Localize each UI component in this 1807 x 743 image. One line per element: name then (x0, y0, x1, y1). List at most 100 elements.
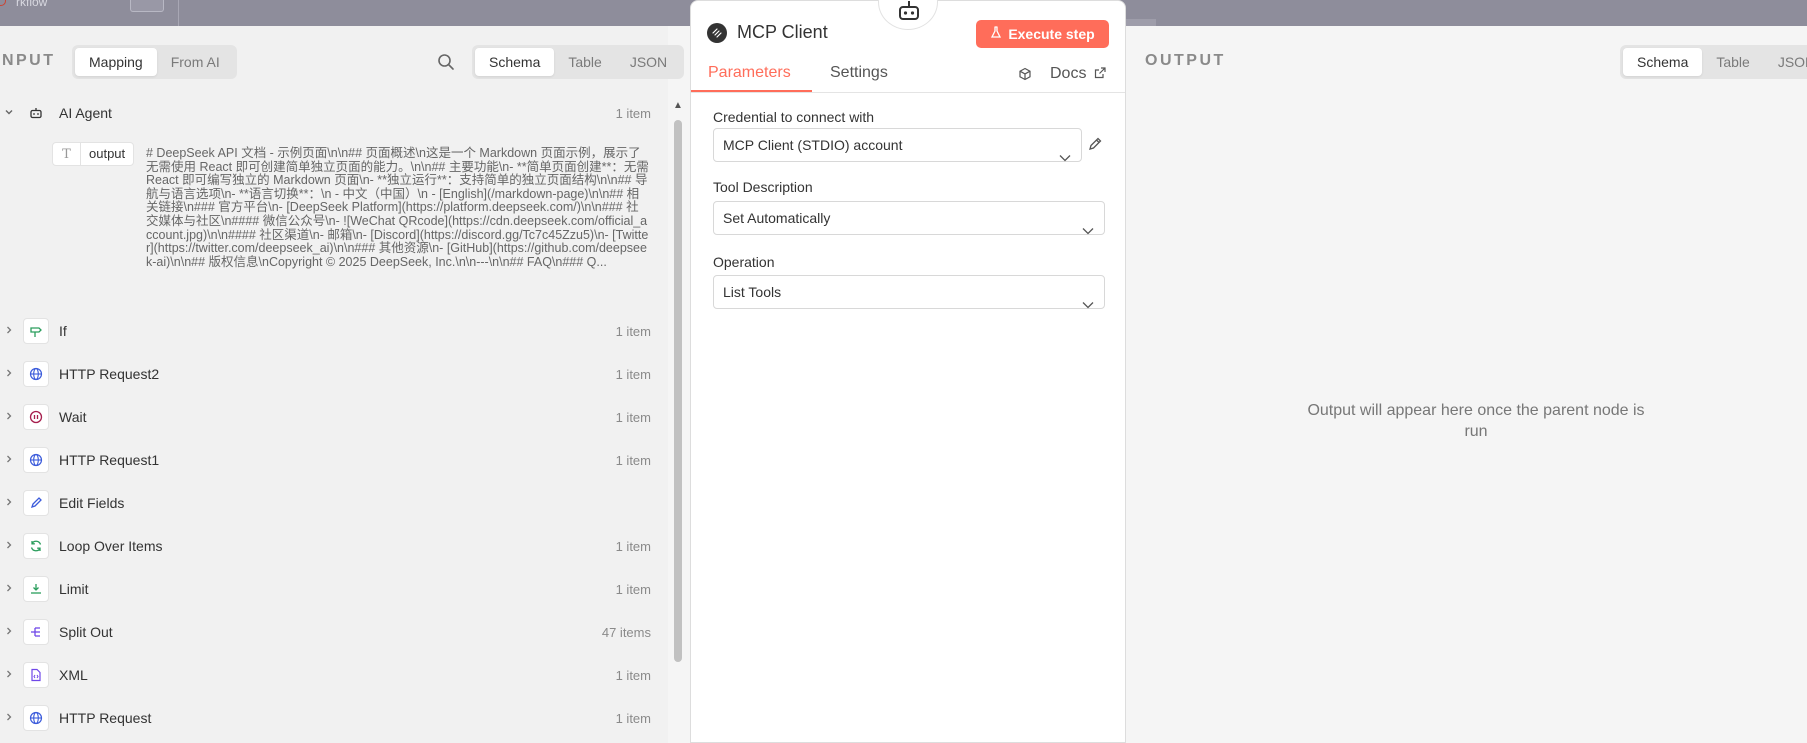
table-tab[interactable]: Table (1702, 48, 1763, 76)
output-field-value: # DeepSeek API 文档 - 示例页面\n\n## 页面概述\n这是一… (146, 146, 649, 269)
node-name: Split Out (59, 624, 113, 640)
node-name: HTTP Request1 (59, 452, 160, 468)
execute-step-label: Execute step (1008, 26, 1095, 42)
from-ai-tab[interactable]: From AI (157, 48, 234, 76)
node-name: Limit (59, 581, 89, 597)
schema-tab[interactable]: Schema (475, 48, 555, 76)
json-tab[interactable]: JSON (1764, 48, 1807, 76)
split-icon (23, 619, 49, 645)
robot-icon (23, 100, 49, 126)
logo-icon (0, 0, 6, 6)
chevron-right-icon[interactable] (3, 324, 15, 338)
credential-label: Credential to connect with (713, 109, 875, 125)
input-mode-toggle: Mapping From AI (72, 45, 237, 79)
globe-icon (23, 705, 49, 731)
chevron-right-icon[interactable] (3, 367, 15, 381)
pencil-icon[interactable] (1087, 136, 1103, 155)
node-item-count: 1 item (615, 710, 651, 726)
chevron-down-icon (1082, 214, 1094, 246)
node-name: Edit Fields (59, 495, 125, 511)
modal-title: MCP Client (737, 22, 828, 42)
node-name: AI Agent (59, 105, 112, 121)
execute-step-button[interactable]: Execute step (976, 20, 1109, 48)
node-row-http-request[interactable]: HTTP Request 1 item (0, 703, 660, 733)
node-row-split-out[interactable]: Split Out 47 items (0, 617, 660, 647)
node-item-count: 1 item (615, 366, 651, 382)
output-field-pill[interactable]: T output (52, 142, 135, 166)
operation-value: List Tools (723, 284, 782, 300)
schema-tab[interactable]: Schema (1623, 48, 1703, 76)
mapping-tab[interactable]: Mapping (75, 48, 157, 76)
external-link-icon[interactable] (1094, 66, 1106, 82)
operation-select[interactable]: List Tools (713, 275, 1105, 309)
node-item-count: 1 item (615, 452, 651, 468)
docs-link[interactable]: Docs (1050, 65, 1086, 83)
node-row-xml[interactable]: XML 1 item (0, 660, 660, 690)
node-item-count: 1 item (615, 667, 651, 683)
chevron-right-icon[interactable] (3, 453, 15, 467)
output-view-toggle: Schema Table JSON (1620, 45, 1807, 79)
chevron-right-icon[interactable] (3, 668, 15, 682)
node-item-count: 47 items (601, 624, 651, 640)
tool-description-label: Tool Description (713, 179, 813, 195)
tab-parameters[interactable]: Parameters (708, 64, 791, 82)
file-code-icon (23, 662, 49, 688)
chevron-down-icon (1082, 288, 1094, 320)
node-row-limit[interactable]: Limit 1 item (0, 574, 660, 604)
node-item-count: 1 item (615, 409, 651, 425)
node-row-wait[interactable]: Wait 1 item (0, 402, 660, 432)
chevron-right-icon[interactable] (3, 539, 15, 553)
topbar-text: rkflow (16, 0, 48, 9)
node-row-edit-fields[interactable]: Edit Fields (0, 488, 660, 518)
text-type-icon: T (53, 143, 81, 165)
chevron-down-icon[interactable] (3, 106, 15, 120)
globe-icon (23, 447, 49, 473)
node-row-ai-agent[interactable]: AI Agent 1 item (0, 98, 660, 128)
chevron-down-icon (1059, 141, 1071, 173)
tab-settings[interactable]: Settings (830, 64, 888, 82)
chevron-right-icon[interactable] (3, 625, 15, 639)
chevron-right-icon[interactable] (3, 410, 15, 424)
mcp-icon (707, 23, 727, 43)
node-name: XML (59, 667, 88, 683)
node-settings-modal: MCP Client Execute step Parameters Setti… (690, 0, 1126, 743)
active-tab-indicator (691, 90, 812, 92)
node-name: HTTP Request (59, 710, 152, 726)
input-panel-title: INPUT (0, 52, 56, 69)
cube-icon[interactable] (1018, 67, 1032, 84)
json-tab[interactable]: JSON (616, 48, 681, 76)
node-item-count: 1 item (615, 538, 651, 554)
node-row-if[interactable]: If 1 item (0, 316, 660, 346)
topbar-button (130, 0, 164, 12)
topbar-divider (178, 0, 179, 26)
node-row-http-request1[interactable]: HTTP Request1 1 item (0, 445, 660, 475)
node-item-count: 1 item (615, 323, 651, 339)
node-row-http-request2[interactable]: HTTP Request2 1 item (0, 359, 660, 389)
input-scrollbar[interactable]: ▲ (672, 100, 684, 743)
input-panel: INPUT Mapping From AI Schema Table JSON … (0, 26, 685, 743)
output-panel-title: OUTPUT (1145, 52, 1226, 69)
node-row-loop-over-items[interactable]: Loop Over Items 1 item (0, 531, 660, 561)
credential-select[interactable]: MCP Client (STDIO) account (713, 128, 1082, 162)
credential-value: MCP Client (STDIO) account (723, 137, 903, 153)
chevron-right-icon[interactable] (3, 496, 15, 510)
pen-icon (23, 490, 49, 516)
input-view-toggle: Schema Table JSON (472, 45, 685, 79)
tool-description-select[interactable]: Set Automatically (713, 201, 1105, 235)
flask-icon (990, 26, 1002, 42)
node-name: Wait (59, 409, 87, 425)
robot-icon (897, 1, 921, 26)
globe-icon (23, 361, 49, 387)
scrollbar-thumb[interactable] (674, 120, 682, 662)
node-name: If (59, 323, 67, 339)
chevron-right-icon[interactable] (3, 711, 15, 725)
search-icon[interactable] (437, 53, 455, 74)
signpost-icon (23, 318, 49, 344)
limit-icon (23, 576, 49, 602)
operation-label: Operation (713, 254, 775, 270)
table-tab[interactable]: Table (554, 48, 615, 76)
chevron-right-icon[interactable] (3, 582, 15, 596)
scroll-up-icon[interactable]: ▲ (673, 100, 683, 111)
node-name: HTTP Request2 (59, 366, 160, 382)
sync-icon (23, 533, 49, 559)
